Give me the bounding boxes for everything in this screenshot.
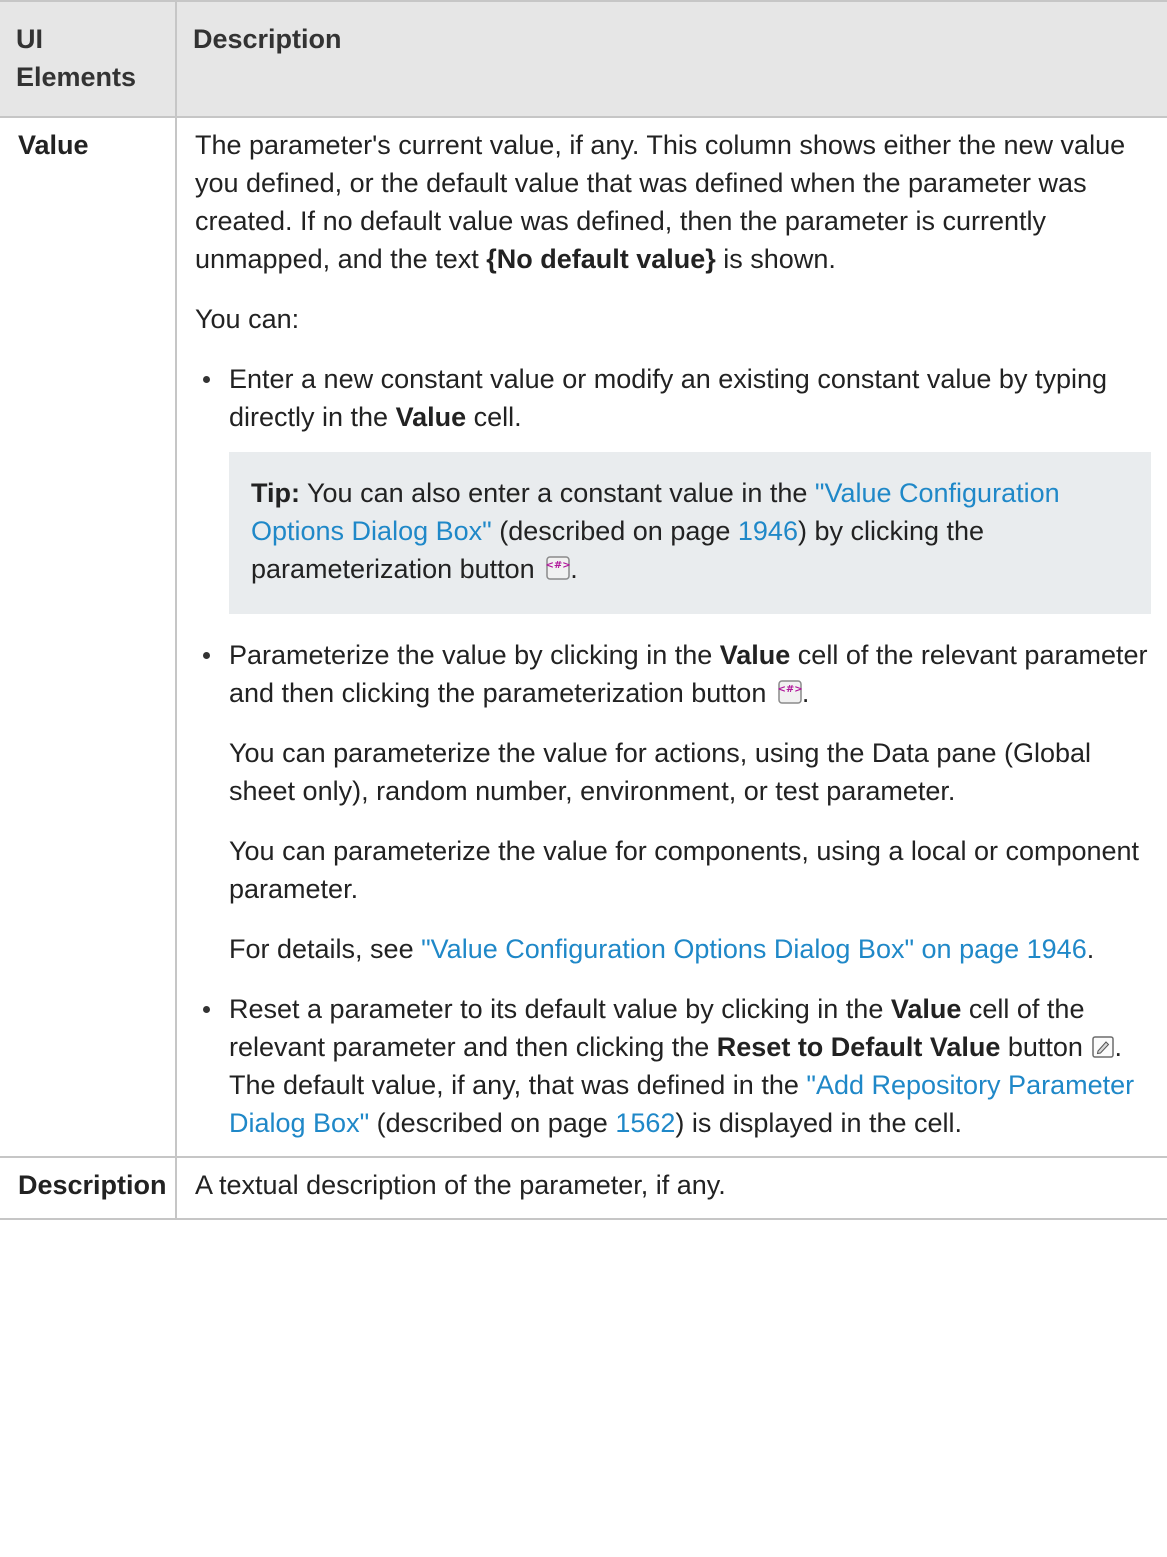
bold-text: Value — [719, 640, 791, 670]
components-paragraph: You can parameterize the value for compo… — [229, 836, 1140, 904]
text-span: Enter a new constant value or modify an … — [229, 364, 1108, 432]
description-cell: The parameter's current value, if any. T… — [175, 116, 1167, 1158]
actions-paragraph: You can parameterize the value for actio… — [229, 738, 1092, 806]
parameterization-icon: <#> — [777, 676, 802, 704]
header-ui-elements: UI Elements — [0, 0, 177, 118]
table-row: Value The parameter's current value, if … — [0, 116, 1167, 1158]
bold-text: Value — [890, 994, 962, 1024]
bold-text: Reset to Default Value — [716, 1032, 1001, 1062]
text-span: (described on page — [369, 1108, 616, 1138]
text-span: For details, see — [229, 934, 422, 964]
value-config-dialog-page-link[interactable]: "Value Configuration Options Dialog Box"… — [421, 934, 1087, 964]
text-span: Parameterize the value by clicking in th… — [229, 640, 720, 670]
reset-to-default-icon — [1092, 1030, 1115, 1058]
parameterize-paragraph: Parameterize the value by clicking in th… — [229, 636, 1151, 712]
list-item: Reset a parameter to its default value b… — [195, 990, 1151, 1142]
parameterization-icon: <#> — [546, 552, 571, 580]
text-span: . — [1086, 934, 1095, 964]
page-1946-link[interactable]: 1946 — [738, 516, 798, 546]
text-span: (described on page — [491, 516, 738, 546]
bold-text: Value — [395, 402, 467, 432]
svg-text:<#>: <#> — [778, 684, 802, 695]
list-item: Enter a new constant value or modify an … — [195, 360, 1151, 614]
tip-label: Tip: — [251, 478, 300, 508]
table-header-row: UI Elements Description — [0, 0, 1167, 118]
you-can-paragraph: You can: — [195, 304, 300, 334]
tip-box: Tip: You can also enter a constant value… — [229, 452, 1151, 614]
bold-text: {No default value} — [486, 244, 716, 274]
details-paragraph: For details, see "Value Configuration Op… — [229, 930, 1151, 968]
text-span: button — [1000, 1032, 1091, 1062]
list-item: Parameterize the value by clicking in th… — [195, 636, 1151, 968]
bullet-icon — [203, 1006, 210, 1013]
header-description: Description — [175, 0, 1167, 118]
bullet-icon — [203, 376, 210, 383]
text-span: . — [801, 678, 810, 708]
description-text: A textual description of the parameter, … — [195, 1170, 726, 1200]
element-cell: Value — [0, 116, 177, 1158]
description-cell: A textual description of the parameter, … — [175, 1156, 1167, 1220]
bullet-icon — [203, 652, 210, 659]
text-span: cell. — [466, 402, 522, 432]
element-name-description: Description — [18, 1170, 167, 1200]
element-name-value: Value — [18, 130, 89, 160]
text-span: You can also enter a constant value in t… — [300, 478, 815, 508]
value-intro-paragraph: The parameter's current value, if any. T… — [195, 126, 1151, 278]
text-span: . — [570, 554, 578, 584]
table-row: Description A textual description of the… — [0, 1156, 1167, 1220]
text-span: Reset a parameter to its default value b… — [229, 994, 891, 1024]
text-span: ) is displayed in the cell. — [675, 1108, 963, 1138]
element-cell: Description — [0, 1156, 177, 1220]
svg-text:<#>: <#> — [546, 560, 570, 571]
ui-elements-table: UI Elements Description Value The parame… — [0, 0, 1167, 1220]
text-span: is shown. — [715, 244, 836, 274]
options-list: Enter a new constant value or modify an … — [195, 360, 1151, 1142]
page-1562-link[interactable]: 1562 — [615, 1108, 675, 1138]
